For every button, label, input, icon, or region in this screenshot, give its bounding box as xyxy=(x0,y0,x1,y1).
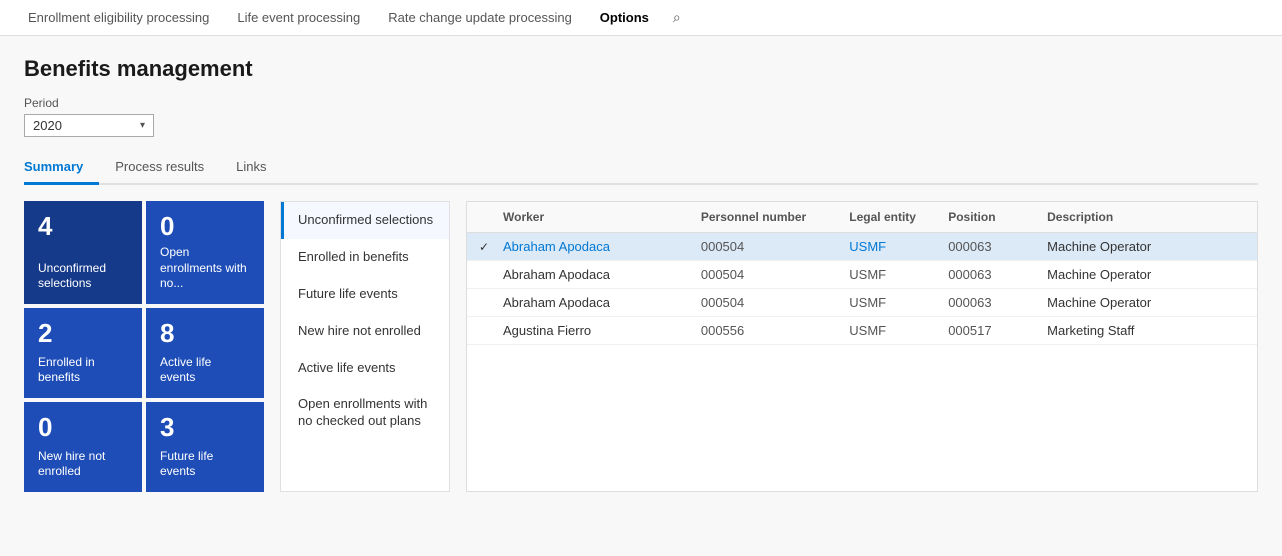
row-1-description: Machine Operator xyxy=(1047,267,1245,282)
tile-future-life-events[interactable]: 3 Future life events xyxy=(146,402,264,492)
tile-number-unconfirmed: 4 xyxy=(38,213,128,239)
sidebar-item-future-life-events[interactable]: Future life events xyxy=(281,276,449,313)
nav-enrollment-eligibility[interactable]: Enrollment eligibility processing xyxy=(16,2,221,33)
tile-new-hire[interactable]: 0 New hire not enrolled xyxy=(24,402,142,492)
tile-number-open: 0 xyxy=(160,213,250,239)
tile-number-active: 8 xyxy=(160,320,250,346)
row-3-legal: USMF xyxy=(849,323,948,338)
row-2-legal: USMF xyxy=(849,295,948,310)
main-content: Benefits management Period 2020 ▾ Summar… xyxy=(0,36,1282,556)
tile-unconfirmed-selections[interactable]: 4 Unconfirmed selections xyxy=(24,201,142,304)
tile-number-enrolled: 2 xyxy=(38,320,128,346)
sidebar-item-open-enrollments-no-checkout[interactable]: Open enrollments with no checked out pla… xyxy=(281,386,449,440)
tab-bar: Summary Process results Links xyxy=(24,151,1258,185)
row-1-position: 000063 xyxy=(948,267,1047,282)
sidebar-item-new-hire-not-enrolled[interactable]: New hire not enrolled xyxy=(281,313,449,350)
period-label: Period xyxy=(24,96,1258,110)
tile-number-future: 3 xyxy=(160,414,250,440)
row-0-description: Machine Operator xyxy=(1047,239,1245,254)
tile-label-enrolled: Enrolled in benefits xyxy=(38,355,128,386)
col-description-header[interactable]: Description xyxy=(1047,210,1245,224)
table-row[interactable]: ✓ Abraham Apodaca 000504 USMF 000063 Mac… xyxy=(467,233,1257,261)
tile-label-active: Active life events xyxy=(160,355,250,386)
nav-rate-change[interactable]: Rate change update processing xyxy=(376,2,584,33)
row-0-check: ✓ xyxy=(479,239,503,254)
tab-summary[interactable]: Summary xyxy=(24,151,99,185)
row-3-position: 000517 xyxy=(948,323,1047,338)
sidebar-item-unconfirmed-selections[interactable]: Unconfirmed selections xyxy=(281,202,449,239)
tile-enrolled-benefits[interactable]: 2 Enrolled in benefits xyxy=(24,308,142,398)
page-title: Benefits management xyxy=(24,56,1258,82)
tile-open-enrollments[interactable]: 0 Open enrollments with no... xyxy=(146,201,264,304)
table-area: Worker Personnel number Legal entity Pos… xyxy=(466,201,1258,492)
tile-number-new-hire: 0 xyxy=(38,414,128,440)
row-2-personnel: 000504 xyxy=(701,295,849,310)
row-3-worker[interactable]: Agustina Fierro xyxy=(503,323,701,338)
tile-label-new-hire: New hire not enrolled xyxy=(38,449,128,480)
table-row[interactable]: Agustina Fierro 000556 USMF 000517 Marke… xyxy=(467,317,1257,345)
col-position-header[interactable]: Position xyxy=(948,210,1047,224)
table-row[interactable]: Abraham Apodaca 000504 USMF 000063 Machi… xyxy=(467,261,1257,289)
tile-label-open: Open enrollments with no... xyxy=(160,245,250,292)
row-3-personnel: 000556 xyxy=(701,323,849,338)
row-1-legal: USMF xyxy=(849,267,948,282)
row-0-legal[interactable]: USMF xyxy=(849,239,948,254)
row-2-position: 000063 xyxy=(948,295,1047,310)
chevron-down-icon: ▾ xyxy=(140,120,145,131)
sidebar-item-active-life-events[interactable]: Active life events xyxy=(281,350,449,387)
table-header: Worker Personnel number Legal entity Pos… xyxy=(467,202,1257,233)
row-0-worker[interactable]: Abraham Apodaca xyxy=(503,239,701,254)
nav-life-event-processing[interactable]: Life event processing xyxy=(225,2,372,33)
col-personnel-header[interactable]: Personnel number xyxy=(701,210,849,224)
col-worker-header[interactable]: Worker xyxy=(503,210,701,224)
row-1-worker[interactable]: Abraham Apodaca xyxy=(503,267,701,282)
sidebar-menu: Unconfirmed selections Enrolled in benef… xyxy=(280,201,450,492)
search-icon[interactable]: ⌕ xyxy=(673,9,681,26)
nav-options[interactable]: Options xyxy=(588,2,661,33)
row-3-description: Marketing Staff xyxy=(1047,323,1245,338)
top-navigation: Enrollment eligibility processing Life e… xyxy=(0,0,1282,36)
col-legal-header[interactable]: Legal entity xyxy=(849,210,948,224)
row-2-description: Machine Operator xyxy=(1047,295,1245,310)
row-2-worker[interactable]: Abraham Apodaca xyxy=(503,295,701,310)
content-layout: 4 Unconfirmed selections 0 Open enrollme… xyxy=(24,201,1258,492)
tab-process-results[interactable]: Process results xyxy=(115,151,220,185)
tile-label-future: Future life events xyxy=(160,449,250,480)
tile-active-life-events[interactable]: 8 Active life events xyxy=(146,308,264,398)
period-select[interactable]: 2020 ▾ xyxy=(24,114,154,137)
tile-label-unconfirmed: Unconfirmed selections xyxy=(38,261,128,292)
row-0-position: 000063 xyxy=(948,239,1047,254)
tile-grid: 4 Unconfirmed selections 0 Open enrollme… xyxy=(24,201,264,492)
row-0-personnel: 000504 xyxy=(701,239,849,254)
tab-links[interactable]: Links xyxy=(236,151,282,185)
period-value: 2020 xyxy=(33,118,62,133)
row-1-personnel: 000504 xyxy=(701,267,849,282)
sidebar-item-enrolled-benefits[interactable]: Enrolled in benefits xyxy=(281,239,449,276)
table-row[interactable]: Abraham Apodaca 000504 USMF 000063 Machi… xyxy=(467,289,1257,317)
